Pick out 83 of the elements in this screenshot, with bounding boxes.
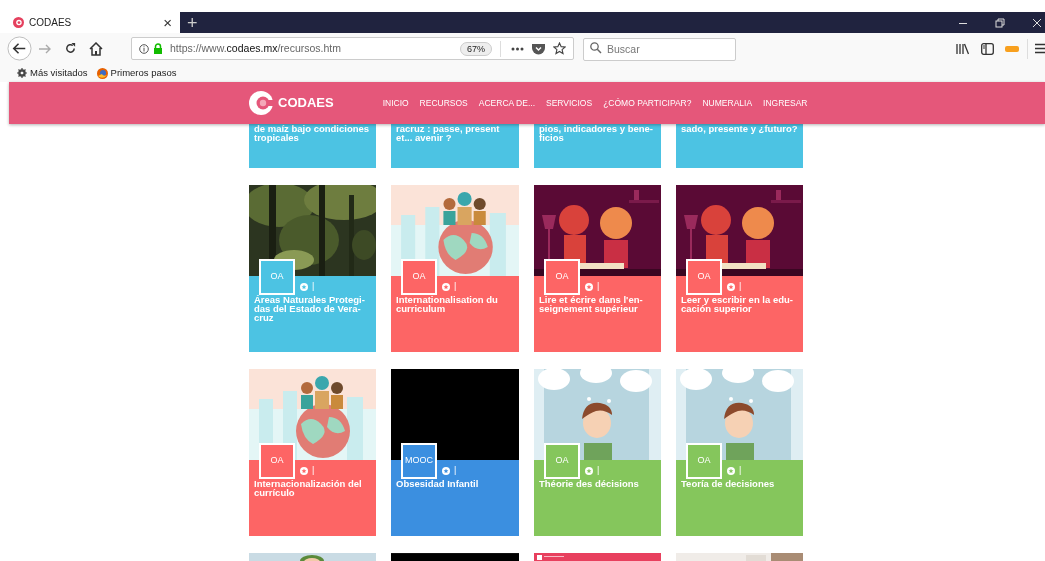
star-icon[interactable]: [442, 282, 450, 291]
star-icon[interactable]: [300, 282, 308, 291]
tab-logo-icon: [13, 17, 24, 28]
info-icon[interactable]: [139, 43, 149, 54]
separator-text: |: [312, 466, 315, 475]
type-badge: OA: [544, 259, 580, 295]
pocket-icon[interactable]: [532, 42, 545, 55]
star-icon[interactable]: [585, 466, 593, 475]
type-badge: OA: [259, 259, 295, 295]
library-icon[interactable]: [956, 42, 969, 55]
separator-text: |: [454, 282, 457, 291]
more-icon[interactable]: [511, 46, 524, 51]
star-icon[interactable]: [727, 466, 735, 475]
zoom-badge[interactable]: 67%: [460, 41, 492, 56]
separator-text: |: [454, 466, 457, 475]
card-title: sado, presente y ¿futuro?: [681, 125, 798, 134]
resource-card[interactable]: OA | Leer y escribir en la edu-cación superior: [676, 185, 803, 352]
nav-link[interactable]: INICIO: [382, 96, 409, 110]
star-icon[interactable]: [727, 282, 735, 291]
close-icon[interactable]: [1032, 17, 1042, 28]
nav-link[interactable]: RECURSOS: [419, 96, 468, 110]
card-title[interactable]: Teoría de decisiones: [681, 479, 800, 488]
tab-close-button[interactable]: ×: [163, 15, 172, 30]
resource-card[interactable]: OA | Áreas Naturales Protegi-das del Estado de Vera-cruz: [249, 185, 376, 352]
nav-link[interactable]: ACERCA DE...: [478, 96, 535, 110]
lock-icon: [153, 43, 163, 54]
card-title: de maíz bajo condiciones tropicales: [254, 125, 371, 142]
globe-icon: [96, 67, 108, 79]
new-tab-button[interactable]: +: [187, 13, 198, 32]
type-badge: OA: [401, 259, 437, 295]
card-title: pios, indicadores y bene-ficios: [539, 125, 655, 142]
nav-link[interactable]: NUMERALIA: [702, 96, 753, 110]
separator-text: |: [597, 282, 600, 291]
card-background[interactable]: pios, indicadores y bene-ficios: [534, 124, 661, 168]
tab-title: CODAES: [29, 16, 73, 30]
star-icon[interactable]: [300, 466, 308, 475]
card-title[interactable]: Théorie des décisions: [539, 479, 658, 488]
star-icon[interactable]: [553, 42, 566, 55]
type-badge: OA: [544, 443, 580, 479]
card-title[interactable]: Internationalisation du curriculum: [396, 295, 516, 313]
search-icon: [590, 42, 602, 55]
separator-text: |: [739, 466, 742, 475]
separator-text: |: [312, 282, 315, 291]
resource-card[interactable]: MOOC | Obsesidad Infantil: [391, 369, 519, 536]
type-badge: OA: [686, 259, 722, 295]
resource-card[interactable]: OA | Internacionalización del currículo: [249, 369, 376, 536]
type-badge: MOOC: [401, 443, 437, 479]
card-title[interactable]: Áreas Naturales Protegi-das del Estado de Vera-cruz: [254, 295, 373, 322]
resource-card[interactable]: OA | Internationalisation du curriculum: [391, 185, 519, 352]
url-text: https://www.codaes.mx/recursos.htm: [170, 40, 342, 56]
card-background[interactable]: de maíz bajo condiciones tropicales: [249, 124, 376, 168]
card-background[interactable]: sado, presente y ¿futuro?: [676, 124, 803, 168]
nav-link[interactable]: ¿CÓMO PARTICIPAR?: [603, 96, 692, 110]
reload-icon[interactable]: [64, 42, 77, 55]
search-field[interactable]: Buscar: [583, 37, 736, 61]
menu-icon[interactable]: [1035, 43, 1045, 54]
nav-link[interactable]: INGRESAR: [763, 96, 808, 110]
star-icon[interactable]: [442, 466, 450, 475]
card-background[interactable]: racruz : passe, present et... avenir ?: [391, 124, 519, 168]
card-title: racruz : passe, present et... avenir ?: [396, 125, 501, 142]
separator-text: |: [739, 282, 742, 291]
bookmark-link[interactable]: Primeros pasos: [110, 65, 177, 81]
resource-card[interactable]: OA | Lire et écrire dans l'en-seignement supérieur: [534, 185, 661, 352]
resource-card[interactable]: OA | Teoría de decisiones: [676, 369, 803, 536]
url-field[interactable]: https://www.codaes.mx/recursos.htm 67%: [131, 37, 574, 60]
star-icon[interactable]: [585, 282, 593, 291]
card-title[interactable]: Lire et écrire dans l'en-seignement supérieur: [539, 295, 658, 313]
type-badge: OA: [259, 443, 295, 479]
site-logo-text[interactable]: CODAES: [278, 93, 334, 113]
gear-icon: [17, 68, 27, 78]
card-title[interactable]: Obsesidad Infantil: [396, 479, 516, 488]
restore-icon[interactable]: [995, 17, 1005, 28]
nav-link[interactable]: SERVICIOS: [546, 96, 593, 110]
sidebar-icon[interactable]: [981, 42, 994, 55]
resource-card[interactable]: OA | Théorie des décisions: [534, 369, 661, 536]
bookmark-link[interactable]: Más visitados: [30, 65, 88, 81]
separator-text: |: [597, 466, 600, 475]
card-title[interactable]: Internacionalización del currículo: [254, 479, 373, 497]
back-icon[interactable]: [7, 36, 32, 61]
home-icon[interactable]: [89, 41, 103, 56]
type-badge: OA: [686, 443, 722, 479]
card-title[interactable]: Leer y escribir en la edu-cación superior: [681, 295, 800, 313]
site-logo-icon[interactable]: [249, 91, 273, 115]
